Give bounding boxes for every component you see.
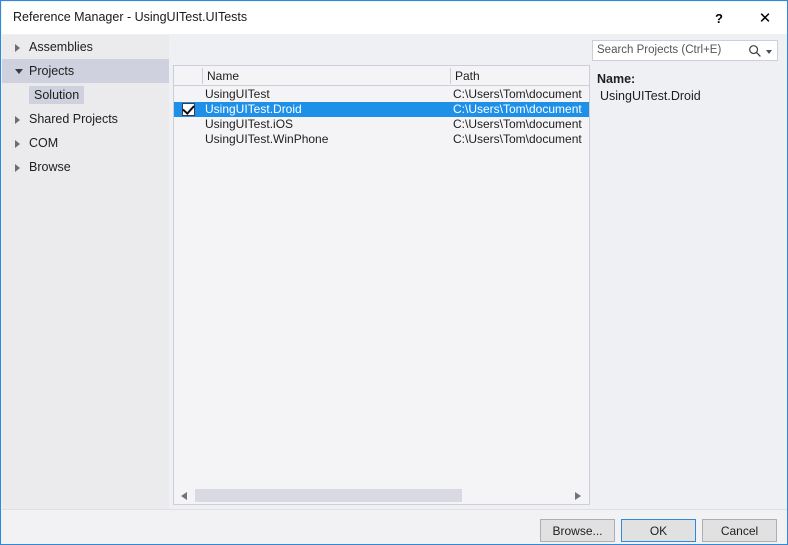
triangle-right-icon	[575, 491, 581, 500]
check-icon	[182, 102, 195, 115]
projects-list-panel: Name Path UsingUITest C:\Users\Tom\docum…	[173, 65, 590, 505]
help-button[interactable]: ?	[701, 3, 737, 34]
column-header-name[interactable]: Name	[207, 68, 239, 85]
row-path: C:\Users\Tom\document	[453, 87, 582, 101]
sidebar-item-shared-projects[interactable]: Shared Projects	[2, 107, 169, 131]
sidebar-item-label: Browse	[29, 160, 71, 174]
row-checkbox-cell[interactable]	[174, 102, 202, 117]
sidebar-item-solution[interactable]: Solution	[2, 83, 169, 107]
chevron-right-icon[interactable]	[15, 44, 20, 52]
details-name-label: Name:	[597, 72, 636, 86]
sidebar-item-label: Assemblies	[29, 40, 93, 54]
column-divider	[202, 68, 203, 84]
table-row[interactable]: UsingUITest.Droid C:\Users\Tom\document	[174, 102, 589, 117]
chevron-down-icon[interactable]	[766, 50, 772, 54]
table-row[interactable]: UsingUITest.WinPhone C:\Users\Tom\docume…	[174, 132, 589, 147]
row-name: UsingUITest.WinPhone	[205, 132, 329, 146]
sidebar-item-assemblies[interactable]: Assemblies	[2, 35, 169, 59]
row-name: UsingUITest.iOS	[205, 117, 294, 131]
dialog-footer: Browse... OK Cancel	[2, 509, 787, 544]
column-divider	[450, 68, 451, 84]
details-name-value: UsingUITest.Droid	[600, 89, 701, 103]
horizontal-scrollbar[interactable]	[174, 487, 589, 504]
sidebar-item-com[interactable]: COM	[2, 131, 169, 155]
row-name: UsingUITest.Droid	[205, 102, 302, 116]
row-checkbox-cell[interactable]	[174, 117, 202, 132]
row-checkbox-cell[interactable]	[174, 132, 202, 147]
sidebar-item-label: Projects	[29, 64, 75, 78]
row-checkbox-cell[interactable]	[174, 87, 202, 102]
sidebar-item-projects[interactable]: Projects	[2, 59, 169, 83]
triangle-left-icon	[181, 491, 187, 500]
table-row[interactable]: UsingUITest.iOS C:\Users\Tom\document	[174, 117, 589, 132]
sidebar: Assemblies Projects Solution Shared Proj…	[2, 35, 169, 509]
sidebar-item-label: Shared Projects	[29, 112, 118, 126]
browse-button[interactable]: Browse...	[540, 519, 615, 542]
search-box[interactable]	[592, 40, 778, 61]
scrollbar-thumb[interactable]	[195, 489, 462, 502]
chevron-right-icon[interactable]	[15, 140, 20, 148]
row-path: C:\Users\Tom\document	[453, 117, 582, 131]
close-button[interactable]: ✕	[747, 3, 783, 34]
row-name: UsingUITest	[205, 87, 270, 101]
column-header-path[interactable]: Path	[455, 68, 480, 85]
ok-button[interactable]: OK	[621, 519, 696, 542]
chevron-right-icon[interactable]	[15, 164, 20, 172]
list-header: Name Path	[174, 66, 589, 86]
sidebar-item-label: COM	[29, 136, 59, 150]
chevron-right-icon[interactable]	[15, 116, 20, 124]
sidebar-item-browse[interactable]: Browse	[2, 155, 169, 179]
reference-manager-dialog: Reference Manager - UsingUITest.UITests …	[0, 0, 788, 545]
row-path: C:\Users\Tom\document	[453, 102, 582, 116]
scroll-right-arrow-icon[interactable]	[570, 487, 587, 504]
scroll-left-arrow-icon[interactable]	[176, 487, 193, 504]
search-icon	[749, 45, 761, 57]
table-row[interactable]: UsingUITest C:\Users\Tom\document	[174, 87, 589, 102]
details-panel: Name: UsingUITest.Droid	[597, 71, 779, 105]
chevron-down-icon[interactable]	[15, 69, 23, 74]
cancel-button[interactable]: Cancel	[702, 519, 777, 542]
list-rows: UsingUITest C:\Users\Tom\document UsingU…	[174, 87, 589, 147]
title-bar: Reference Manager - UsingUITest.UITests …	[2, 2, 787, 34]
window-title: Reference Manager - UsingUITest.UITests	[13, 10, 248, 24]
sidebar-item-label: Solution	[29, 86, 85, 104]
row-path: C:\Users\Tom\document	[453, 132, 582, 146]
checkbox-icon[interactable]	[182, 102, 195, 116]
search-input[interactable]	[597, 44, 737, 56]
